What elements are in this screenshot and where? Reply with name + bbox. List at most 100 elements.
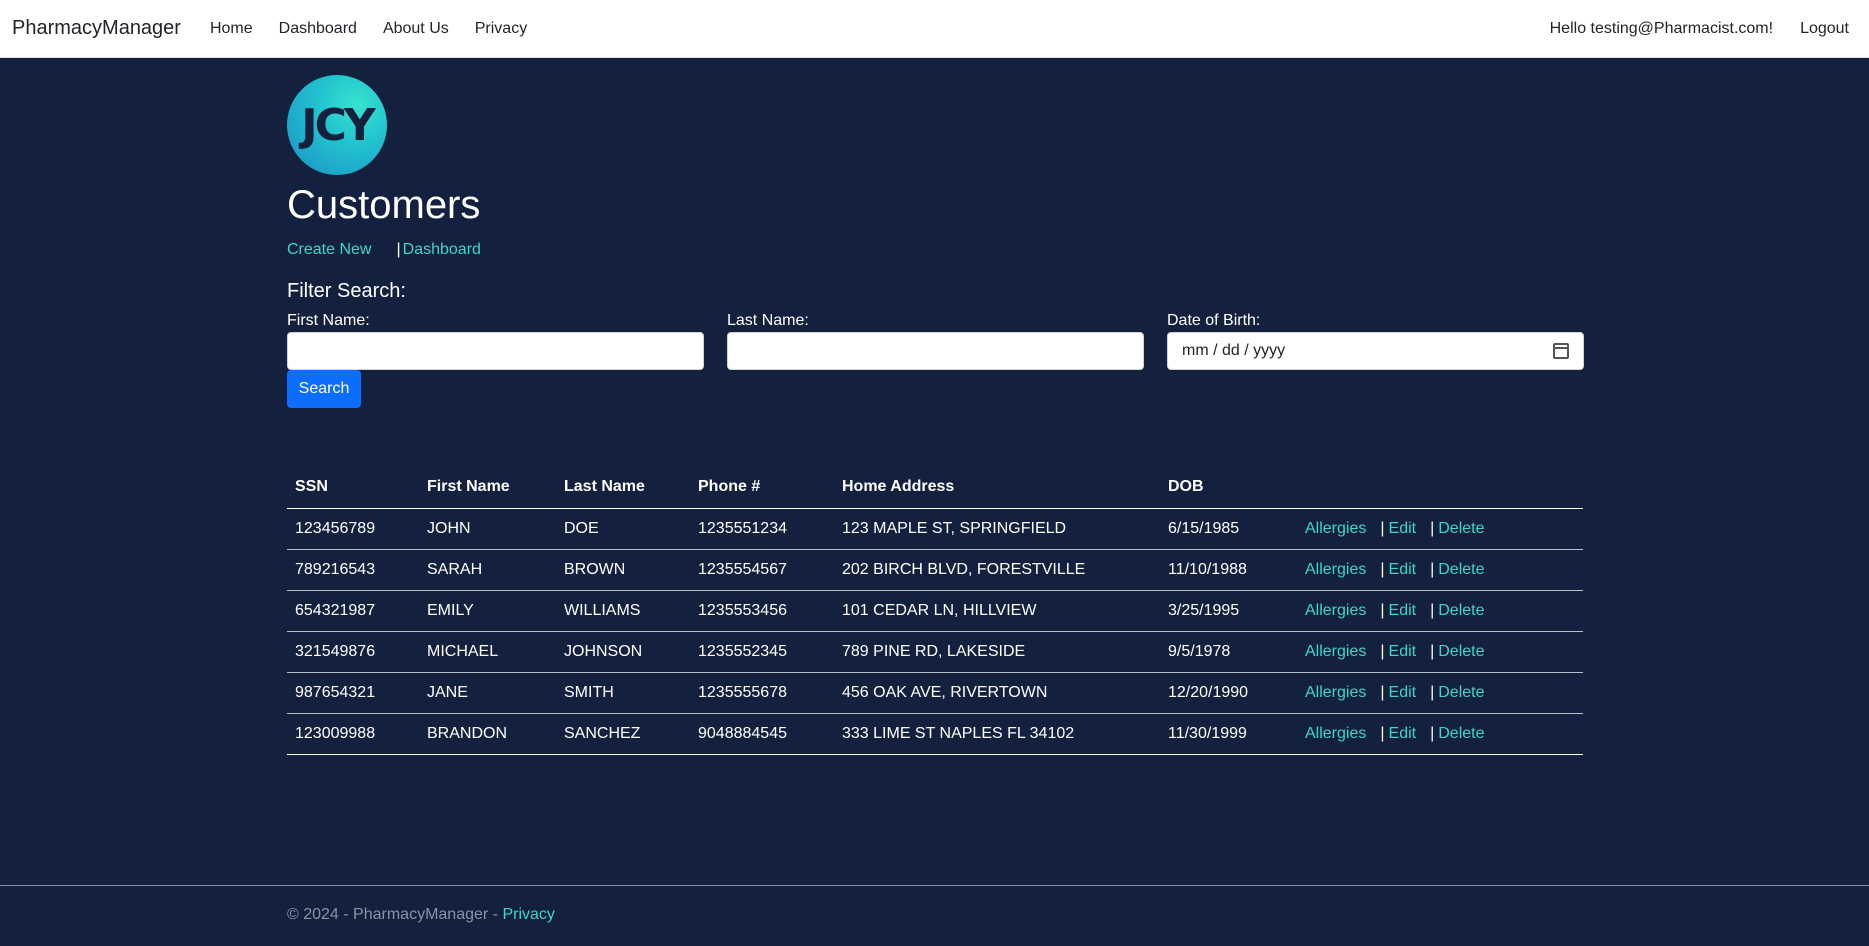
cell-dob: 11/10/1988 xyxy=(1160,549,1297,591)
page-actions: Create New | Dashboard xyxy=(287,241,1583,259)
cell-phone: 1235554567 xyxy=(690,549,834,591)
delete-link[interactable]: Delete xyxy=(1438,643,1484,660)
row-actions: Allergies | Edit | Delete xyxy=(1297,549,1583,591)
dob-input[interactable]: mm / dd / yyyy xyxy=(1167,332,1584,370)
dashboard-link[interactable]: Dashboard xyxy=(403,241,481,259)
header-last-name: Last Name xyxy=(556,467,690,509)
allergies-link[interactable]: Allergies xyxy=(1305,520,1366,537)
cell-home-address: 333 LIME ST NAPLES FL 34102 xyxy=(834,713,1160,755)
allergies-link[interactable]: Allergies xyxy=(1305,684,1366,701)
customers-table: SSN First Name Last Name Phone # Home Ad… xyxy=(287,467,1583,755)
cell-dob: 3/25/1995 xyxy=(1160,590,1297,632)
cell-ssn: 123009988 xyxy=(287,713,419,755)
filter-title: Filter Search: xyxy=(287,280,406,302)
cell-last-name: DOE xyxy=(556,508,690,550)
cell-phone: 1235555678 xyxy=(690,672,834,714)
delete-link[interactable]: Delete xyxy=(1438,520,1484,537)
cell-last-name: SMITH xyxy=(556,672,690,714)
top-navbar: PharmacyManager Home Dashboard About Us … xyxy=(0,0,1869,58)
allergies-link[interactable]: Allergies xyxy=(1305,643,1366,660)
action-separator: | xyxy=(1380,642,1385,660)
cell-home-address: 101 CEDAR LN, HILLVIEW xyxy=(834,590,1160,632)
cell-phone: 1235551234 xyxy=(690,508,834,550)
nav-home-link[interactable]: Home xyxy=(197,20,266,38)
brand-link[interactable]: PharmacyManager xyxy=(12,17,181,40)
cell-dob: 6/15/1985 xyxy=(1160,508,1297,550)
cell-ssn: 987654321 xyxy=(287,672,419,714)
cell-ssn: 789216543 xyxy=(287,549,419,591)
nav-links: Home Dashboard About Us Privacy xyxy=(197,20,540,38)
main-content: JCY Customers Create New | Dashboard Fil… xyxy=(287,58,1584,755)
cell-first-name: SARAH xyxy=(419,549,556,591)
create-new-link[interactable]: Create New xyxy=(287,241,371,259)
cell-last-name: WILLIAMS xyxy=(556,590,690,632)
filter-form: First Name: Last Name: Date of Birth: mm… xyxy=(287,312,1584,370)
nav-user-area: Hello testing@Pharmacist.com! Logout xyxy=(1550,20,1857,38)
user-greeting[interactable]: Hello testing@Pharmacist.com! xyxy=(1550,20,1773,38)
logout-button[interactable]: Logout xyxy=(1800,20,1849,38)
cell-dob: 9/5/1978 xyxy=(1160,631,1297,673)
company-logo: JCY xyxy=(287,75,387,175)
table-row: 789216543 SARAH BROWN 1235554567 202 BIRCH B… xyxy=(287,549,1583,591)
allergies-link[interactable]: Allergies xyxy=(1305,561,1366,578)
last-name-field: Last Name: xyxy=(727,312,1144,370)
cell-dob: 11/30/1999 xyxy=(1160,713,1297,755)
cell-phone: 9048884545 xyxy=(690,713,834,755)
dob-field: Date of Birth: mm / dd / yyyy xyxy=(1167,312,1584,370)
cell-home-address: 456 OAK AVE, RIVERTOWN xyxy=(834,672,1160,714)
action-separator: | xyxy=(1380,683,1385,701)
edit-link[interactable]: Edit xyxy=(1389,520,1417,537)
header-actions xyxy=(1297,467,1583,509)
cell-ssn: 321549876 xyxy=(287,631,419,673)
delete-link[interactable]: Delete xyxy=(1438,684,1484,701)
allergies-link[interactable]: Allergies xyxy=(1305,602,1366,619)
last-name-label: Last Name: xyxy=(727,312,809,329)
delete-link[interactable]: Delete xyxy=(1438,725,1484,742)
edit-link[interactable]: Edit xyxy=(1389,602,1417,619)
table-row: 321549876 MICHAEL JOHNSON 1235552345 789 PIN… xyxy=(287,631,1583,673)
edit-link[interactable]: Edit xyxy=(1389,684,1417,701)
cell-first-name: MICHAEL xyxy=(419,631,556,673)
cell-ssn: 123456789 xyxy=(287,508,419,550)
row-actions: Allergies | Edit | Delete xyxy=(1297,672,1583,714)
edit-link[interactable]: Edit xyxy=(1389,561,1417,578)
footer-text: © 2024 - PharmacyManager - xyxy=(287,906,503,923)
action-separator: | xyxy=(396,241,401,258)
edit-link[interactable]: Edit xyxy=(1389,643,1417,660)
cell-dob: 12/20/1990 xyxy=(1160,672,1297,714)
action-separator: | xyxy=(1380,519,1385,537)
logo-text: JCY xyxy=(301,99,376,151)
cell-first-name: JANE xyxy=(419,672,556,714)
dob-label: Date of Birth: xyxy=(1167,312,1261,329)
table-row: 123456789 JOHN DOE 1235551234 123 MAPLE ST, … xyxy=(287,508,1583,550)
cell-phone: 1235553456 xyxy=(690,590,834,632)
action-separator: | xyxy=(1380,560,1385,578)
last-name-input[interactable] xyxy=(727,332,1144,370)
footer: © 2024 - PharmacyManager - Privacy xyxy=(0,885,1869,946)
first-name-input[interactable] xyxy=(287,332,704,370)
footer-privacy-link[interactable]: Privacy xyxy=(502,906,554,923)
cell-home-address: 123 MAPLE ST, SPRINGFIELD xyxy=(834,508,1160,550)
cell-last-name: JOHNSON xyxy=(556,631,690,673)
cell-first-name: BRANDON xyxy=(419,713,556,755)
cell-first-name: EMILY xyxy=(419,590,556,632)
header-dob: DOB xyxy=(1160,467,1297,509)
cell-home-address: 202 BIRCH BLVD, FORESTVILLE xyxy=(834,549,1160,591)
cell-first-name: JOHN xyxy=(419,508,556,550)
calendar-icon[interactable] xyxy=(1553,343,1569,359)
delete-link[interactable]: Delete xyxy=(1438,602,1484,619)
row-actions: Allergies | Edit | Delete xyxy=(1297,508,1583,550)
nav-privacy-link[interactable]: Privacy xyxy=(462,20,540,38)
first-name-field: First Name: xyxy=(287,312,704,370)
delete-link[interactable]: Delete xyxy=(1438,561,1484,578)
nav-about-link[interactable]: About Us xyxy=(370,20,462,38)
allergies-link[interactable]: Allergies xyxy=(1305,725,1366,742)
search-button[interactable]: Search xyxy=(287,370,361,408)
row-actions: Allergies | Edit | Delete xyxy=(1297,713,1583,755)
table-row: 654321987 EMILY WILLIAMS 1235553456 101 CEDA… xyxy=(287,590,1583,632)
header-ssn: SSN xyxy=(287,467,419,509)
nav-dashboard-link[interactable]: Dashboard xyxy=(266,20,370,38)
header-first-name: First Name xyxy=(419,467,556,509)
row-actions: Allergies | Edit | Delete xyxy=(1297,631,1583,673)
edit-link[interactable]: Edit xyxy=(1389,725,1417,742)
